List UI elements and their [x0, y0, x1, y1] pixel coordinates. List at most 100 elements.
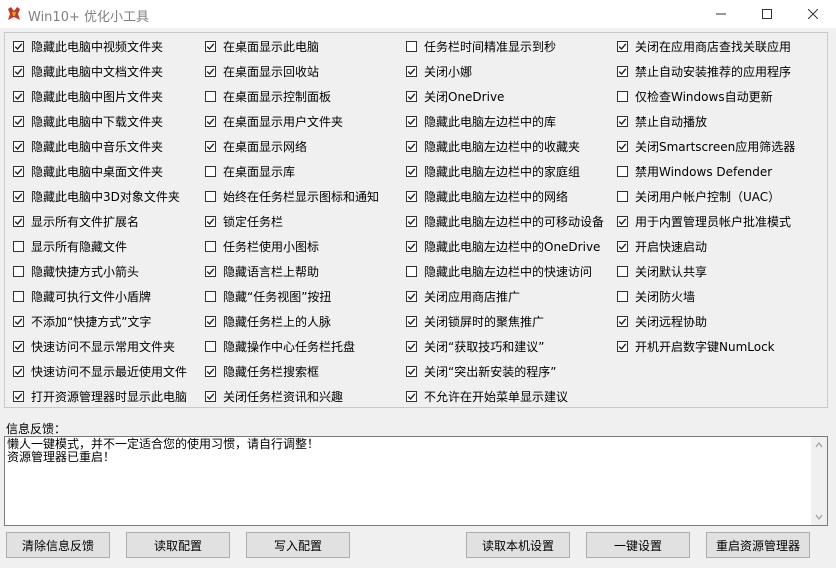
checkbox-checked[interactable] [13, 315, 24, 327]
option-checkbox[interactable]: 关闭OneDrive [406, 86, 504, 106]
option-checkbox[interactable]: 关闭“获取技巧和建议” [406, 336, 544, 356]
checkbox-unchecked[interactable] [617, 265, 628, 277]
option-checkbox[interactable]: 隐藏任务栏搜索框 [205, 361, 319, 381]
checkbox-checked[interactable] [406, 215, 417, 227]
checkbox-checked[interactable] [13, 140, 24, 152]
checkbox-unchecked[interactable] [205, 165, 216, 177]
option-checkbox[interactable]: 在桌面显示回收站 [205, 61, 319, 81]
option-checkbox[interactable]: 隐藏此电脑左边栏中的收藏夹 [406, 136, 580, 156]
option-checkbox[interactable]: 显示所有文件扩展名 [13, 211, 139, 231]
checkbox-checked[interactable] [205, 390, 216, 402]
checkbox-unchecked[interactable] [13, 240, 24, 252]
option-checkbox[interactable]: 隐藏此电脑中桌面文件夹 [13, 161, 163, 181]
checkbox-checked[interactable] [205, 65, 216, 77]
checkbox-unchecked[interactable] [617, 190, 628, 202]
checkbox-checked[interactable] [406, 165, 417, 177]
checkbox-checked[interactable] [13, 115, 24, 127]
checkbox-unchecked[interactable] [13, 290, 24, 302]
option-checkbox[interactable]: 始终在任务栏显示图标和通知 [205, 186, 379, 206]
option-checkbox[interactable]: 关闭远程协助 [617, 311, 707, 331]
checkbox-checked[interactable] [406, 115, 417, 127]
scroll-down-icon[interactable] [815, 513, 823, 521]
option-checkbox[interactable]: 在桌面显示用户文件夹 [205, 111, 343, 131]
one-click-setup-button[interactable]: 一键设置 [586, 532, 690, 558]
checkbox-checked[interactable] [406, 65, 417, 77]
option-checkbox[interactable]: 开启快速启动 [617, 236, 707, 256]
option-checkbox[interactable]: 隐藏可执行文件小盾牌 [13, 286, 151, 306]
checkbox-checked[interactable] [205, 140, 216, 152]
option-checkbox[interactable]: 隐藏任务栏上的人脉 [205, 311, 331, 331]
option-checkbox[interactable]: 关闭Smartscreen应用筛选器 [617, 136, 795, 156]
checkbox-checked[interactable] [13, 40, 24, 52]
read-config-button[interactable]: 读取配置 [126, 532, 230, 558]
checkbox-checked[interactable] [205, 115, 216, 127]
option-checkbox[interactable]: 隐藏快捷方式小箭头 [13, 261, 139, 281]
option-checkbox[interactable]: 隐藏此电脑中下载文件夹 [13, 111, 163, 131]
option-checkbox[interactable]: 隐藏“任务视图”按扭 [205, 286, 331, 306]
checkbox-checked[interactable] [617, 115, 628, 127]
option-checkbox[interactable]: 不添加“快捷方式”文字 [13, 311, 151, 331]
option-checkbox[interactable]: 隐藏此电脑中音乐文件夹 [13, 136, 163, 156]
option-checkbox[interactable]: 任务栏使用小图标 [205, 236, 319, 256]
option-checkbox[interactable]: 关闭防火墙 [617, 286, 695, 306]
option-checkbox[interactable]: 快速访问不显示常用文件夹 [13, 336, 175, 356]
checkbox-checked[interactable] [406, 90, 417, 102]
checkbox-checked[interactable] [617, 240, 628, 252]
checkbox-checked[interactable] [205, 265, 216, 277]
option-checkbox[interactable]: 快速访问不显示最近使用文件 [13, 361, 187, 381]
checkbox-checked[interactable] [617, 215, 628, 227]
checkbox-checked[interactable] [205, 40, 216, 52]
checkbox-checked[interactable] [205, 215, 216, 227]
checkbox-checked[interactable] [406, 240, 417, 252]
option-checkbox[interactable]: 隐藏此电脑左边栏中的可移动设备 [406, 211, 604, 231]
checkbox-checked[interactable] [13, 390, 24, 402]
option-checkbox[interactable]: 关闭锁屏时的聚焦推广 [406, 311, 544, 331]
checkbox-checked[interactable] [13, 340, 24, 352]
option-checkbox[interactable]: 隐藏此电脑左边栏中的家庭组 [406, 161, 580, 181]
option-checkbox[interactable]: 在桌面显示网络 [205, 136, 307, 156]
option-checkbox[interactable]: 在桌面显示库 [205, 161, 295, 181]
option-checkbox[interactable]: 隐藏此电脑左边栏中的网络 [406, 186, 568, 206]
checkbox-checked[interactable] [13, 365, 24, 377]
option-checkbox[interactable]: 隐藏此电脑中图片文件夹 [13, 86, 163, 106]
checkbox-checked[interactable] [13, 65, 24, 77]
option-checkbox[interactable]: 在桌面显示此电脑 [205, 36, 319, 56]
checkbox-checked[interactable] [406, 290, 417, 302]
checkbox-checked[interactable] [406, 315, 417, 327]
option-checkbox[interactable]: 显示所有隐藏文件 [13, 236, 127, 256]
option-checkbox[interactable]: 锁定任务栏 [205, 211, 283, 231]
option-checkbox[interactable]: 隐藏语言栏上帮助 [205, 261, 319, 281]
option-checkbox[interactable]: 禁用Windows Defender [617, 161, 772, 181]
option-checkbox[interactable]: 关闭“突出新安装的程序” [406, 361, 556, 381]
checkbox-unchecked[interactable] [406, 265, 417, 277]
option-checkbox[interactable]: 隐藏此电脑左边栏中的OneDrive [406, 236, 600, 256]
option-checkbox[interactable]: 仅检查Windows自动更新 [617, 86, 773, 106]
checkbox-unchecked[interactable] [205, 290, 216, 302]
checkbox-unchecked[interactable] [205, 90, 216, 102]
checkbox-checked[interactable] [617, 65, 628, 77]
checkbox-checked[interactable] [13, 165, 24, 177]
scroll-up-icon[interactable] [815, 441, 823, 449]
checkbox-unchecked[interactable] [205, 240, 216, 252]
checkbox-checked[interactable] [406, 340, 417, 352]
option-checkbox[interactable]: 隐藏操作中心任务栏托盘 [205, 336, 355, 356]
option-checkbox[interactable]: 隐藏此电脑中视频文件夹 [13, 36, 163, 56]
checkbox-unchecked[interactable] [617, 90, 628, 102]
option-checkbox[interactable]: 隐藏此电脑中3D对象文件夹 [13, 186, 180, 206]
option-checkbox[interactable]: 关闭默认共享 [617, 261, 707, 281]
checkbox-checked[interactable] [13, 215, 24, 227]
checkbox-unchecked[interactable] [617, 165, 628, 177]
option-checkbox[interactable]: 关闭用户帐户控制（UAC） [617, 186, 780, 206]
checkbox-unchecked[interactable] [205, 190, 216, 202]
option-checkbox[interactable]: 关闭应用商店推广 [406, 286, 520, 306]
checkbox-checked[interactable] [617, 340, 628, 352]
checkbox-checked[interactable] [406, 365, 417, 377]
checkbox-unchecked[interactable] [406, 40, 417, 52]
checkbox-checked[interactable] [205, 315, 216, 327]
checkbox-checked[interactable] [406, 140, 417, 152]
option-checkbox[interactable]: 不允许在开始菜单显示建议 [406, 386, 568, 406]
option-checkbox[interactable]: 在桌面显示控制面板 [205, 86, 331, 106]
feedback-textarea[interactable]: 懒人一键模式，并不一定适合您的使用习惯，请自行调整！ 资源管理器已重启！ [4, 436, 828, 526]
restart-explorer-button[interactable]: 重启资源管理器 [706, 532, 810, 558]
minimize-button[interactable] [698, 0, 744, 28]
